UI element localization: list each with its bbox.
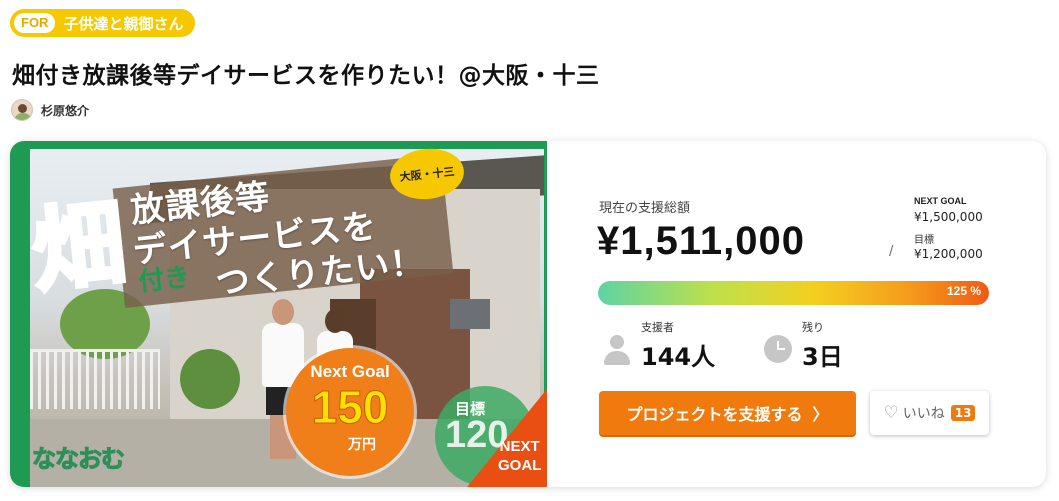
goal-separator: / [889,244,894,259]
next-goal-circle-unit: 万円 [348,437,376,453]
supporters-value: 144人 [641,343,716,371]
person-icon [603,335,631,367]
logo: ななおむ [32,445,126,474]
avatar [11,99,33,121]
progress-fill [598,281,989,305]
next-goal-label: NEXT GOAL [914,196,967,206]
support-project-button[interactable]: プロジェクトを支援する 〉 [599,391,856,435]
progress-bar [598,281,989,305]
like-button[interactable]: ♡ いいね 13 [870,391,989,435]
category-badge[interactable]: FOR 子供達と親御さん [10,9,196,37]
raised-label: 現在の支援総額 [599,201,691,216]
location-bubble-text: 大阪・十三 [399,165,456,184]
hero-image: 畑 放課後等 デイサービスを 付き つくりたい！ 大阪・十三 目標 120 Ne… [10,141,547,487]
project-title: 畑付き放課後等デイサービスを作りたい！@大阪・十三 [12,63,600,89]
hero-big-kanji: 畑 [25,187,132,307]
remaining-label: 残り [802,321,824,334]
next-goal-corner-text: NEXT GOAL [498,438,542,474]
support-button-label: プロジェクトを支援する [626,405,803,424]
remaining-value: 3日 [802,343,843,371]
author[interactable]: 杉原悠介 [11,99,89,121]
next-goal-value: ¥1,500,000 [914,210,983,224]
for-tag: FOR [14,13,56,33]
like-label: いいね [902,406,945,422]
raised-amount: ¥1,511,000 [597,219,805,263]
remaining-stat: 残り 3日 [764,319,843,372]
supporters-label: 支援者 [641,321,674,334]
clock-icon [764,335,792,363]
project-card: 畑 放課後等 デイサービスを 付き つくりたい！ 大阪・十三 目標 120 Ne… [10,141,1046,487]
author-name[interactable]: 杉原悠介 [41,102,89,119]
supporters-stat: 支援者 144人 [603,319,715,372]
heart-icon: ♡ [883,403,899,423]
funding-panel: 現在の支援総額 ¥1,511,000 / NEXT GOAL ¥1,500,00… [547,141,1046,487]
next-goal-circle-label: Next Goal [310,362,390,381]
next-goal-circle-number: 150 [311,381,389,434]
chevron-right-icon: 〉 [812,405,829,424]
target-value: ¥1,200,000 [914,247,983,261]
category-label: 子供達と親御さん [63,14,184,33]
next-goal-circle: Next Goal 150 万円 [286,348,414,476]
progress-percent: 125 % [947,284,982,298]
hero-tsuki: 付き [136,262,192,298]
like-count: 13 [950,405,976,421]
target-label: 目標 [914,235,934,246]
